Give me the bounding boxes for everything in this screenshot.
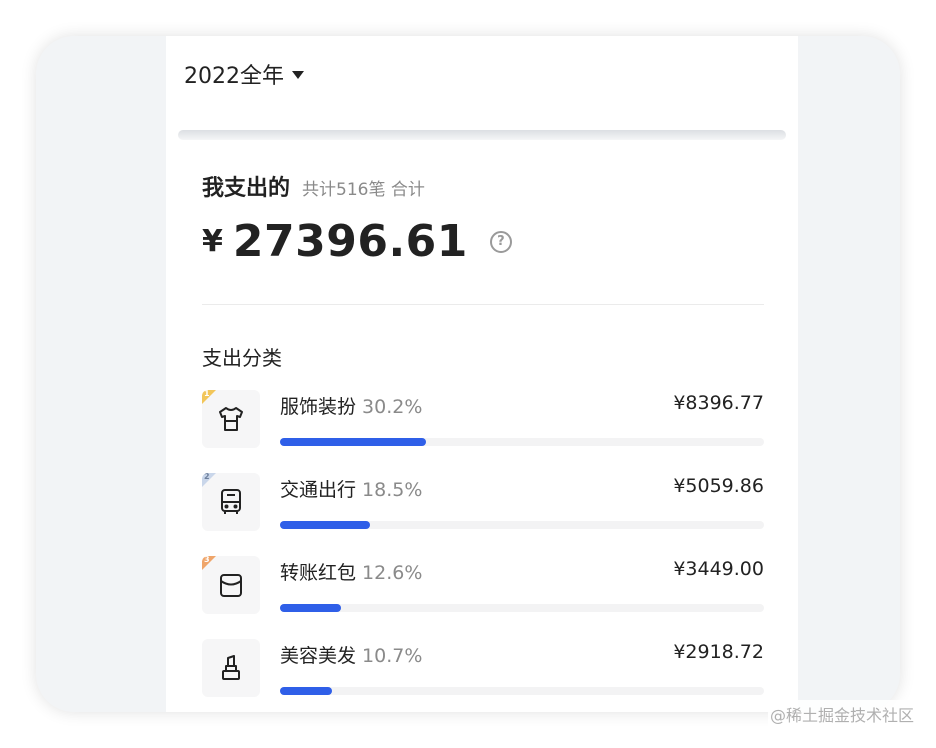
category-amount: ¥8396.77 (673, 392, 764, 414)
category-percent: 10.7% (362, 645, 423, 667)
card-stack-edge (178, 130, 786, 140)
progress-fill (280, 604, 341, 612)
lipstick-icon (222, 655, 240, 680)
watermark: @稀土掘金技术社区 (767, 700, 916, 728)
category-item[interactable]: 3 转账红包 12.6% ¥3449.00 (202, 552, 764, 635)
category-name: 交通出行 (280, 479, 357, 501)
category-icon-box: 3 (202, 556, 260, 614)
tshirt-icon (219, 407, 243, 431)
section-title: 支出分类 (202, 346, 282, 370)
category-name-row: 转账红包 12.6% (280, 558, 422, 585)
category-name: 转账红包 (280, 562, 357, 584)
rank-number: 3 (204, 556, 210, 564)
red-envelope-icon (220, 574, 242, 597)
category-icon-box: 1 (202, 390, 260, 448)
rank-number: 2 (204, 473, 210, 481)
category-amount: ¥5059.86 (673, 475, 764, 497)
app-frame: 2022全年 我支出的 共计516笔 合计 ¥ 27396.61 ? 支出分类 (36, 36, 900, 712)
rank-number: 1 (204, 390, 210, 398)
progress-fill (280, 521, 370, 529)
summary-title: 我支出的 (202, 176, 291, 201)
progress-fill (280, 687, 332, 695)
summary-subtitle: 共计516笔 合计 (302, 180, 425, 200)
progress-track (280, 687, 764, 695)
progress-track (280, 604, 764, 612)
category-icon-box: 2 (202, 473, 260, 531)
category-amount: ¥3449.00 (673, 558, 764, 580)
category-item[interactable]: 1 服饰装扮 30.2% ¥8396.77 (202, 386, 764, 469)
category-item[interactable]: 2 交通出行 18.5% ¥5059.86 (202, 469, 764, 552)
category-name-row: 交通出行 18.5% (280, 475, 422, 502)
category-name-row: 美容美发 10.7% (280, 641, 422, 668)
category-icon-box (202, 639, 260, 697)
divider (202, 304, 764, 305)
phone-screen: 2022全年 我支出的 共计516笔 合计 ¥ 27396.61 ? 支出分类 (166, 36, 798, 712)
bus-icon (221, 489, 241, 514)
year-selector-label: 2022全年 (184, 64, 284, 89)
expense-summary-card: 我支出的 共计516笔 合计 ¥ 27396.61 ? 支出分类 1 服饰装扮 … (184, 140, 780, 712)
year-selector[interactable]: 2022全年 (184, 58, 304, 90)
caret-down-icon (292, 71, 304, 79)
category-item[interactable]: 美容美发 10.7% ¥2918.72 (202, 635, 764, 712)
category-name: 服饰装扮 (280, 396, 357, 418)
category-amount: ¥2918.72 (673, 641, 764, 663)
category-percent: 18.5% (362, 479, 423, 501)
category-name-row: 服饰装扮 30.2% (280, 392, 422, 419)
currency-symbol: ¥ (202, 224, 223, 259)
progress-track (280, 438, 764, 446)
summary-header: 我支出的 共计516笔 合计 (202, 170, 425, 202)
help-icon[interactable]: ? (489, 230, 512, 253)
category-list: 1 服饰装扮 30.2% ¥8396.77 2 交通出行 18.5% ¥5059… (202, 386, 764, 712)
progress-fill (280, 438, 427, 446)
category-percent: 12.6% (362, 562, 423, 584)
category-percent: 30.2% (362, 396, 423, 418)
category-name: 美容美发 (280, 645, 357, 667)
progress-track (280, 521, 764, 529)
total-amount: 27396.61 (232, 216, 468, 267)
total-amount-row: ¥ 27396.61 ? (202, 216, 512, 267)
